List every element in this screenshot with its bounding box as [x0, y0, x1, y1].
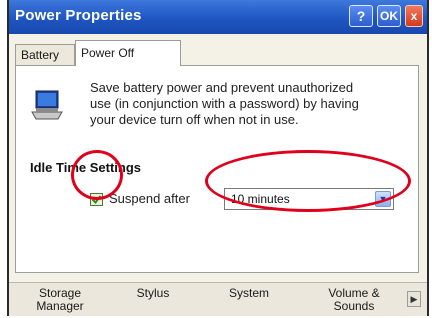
close-button[interactable]: x: [405, 5, 423, 27]
nav-item-volume-sounds[interactable]: Volume & Sounds: [319, 287, 389, 313]
description-text: Save battery power and prevent unauthori…: [90, 80, 408, 128]
title-bar: Power Properties ? OK x: [9, 0, 427, 34]
window-title: Power Properties: [15, 7, 142, 24]
help-icon: ?: [356, 8, 366, 24]
tab-label: Power Off: [81, 46, 135, 60]
dialog-body: Battery Power Off Save battery power and…: [9, 34, 427, 282]
nav-label: Stylus: [136, 286, 170, 300]
scroll-right-icon[interactable]: ▶: [407, 291, 421, 307]
nav-label: Manager: [36, 299, 84, 313]
description-line: use (in conjunction with a password) by …: [90, 96, 359, 111]
nav-item-stylus[interactable]: Stylus: [133, 287, 173, 300]
suspend-label[interactable]: Suspend after: [109, 191, 190, 206]
control-panel-bar: Storage Manager Stylus System Volume & S…: [9, 282, 427, 316]
ok-icon: OK: [380, 9, 398, 23]
power-off-panel: Save battery power and prevent unauthori…: [15, 65, 419, 273]
nav-label: Sounds: [333, 299, 375, 313]
ok-button[interactable]: OK: [377, 5, 401, 27]
laptop-icon: [31, 90, 63, 120]
tab-power-off[interactable]: Power Off: [75, 40, 181, 66]
nav-label: System: [228, 286, 269, 300]
checkmark-icon: [91, 195, 102, 205]
tab-label: Battery: [21, 48, 60, 62]
description-line: Save battery power and prevent unauthori…: [90, 80, 354, 95]
close-icon: x: [410, 9, 418, 23]
nav-item-storage-manager[interactable]: Storage Manager: [31, 287, 89, 313]
power-properties-window: Power Properties ? OK x Battery Power Of…: [7, 0, 429, 316]
select-value: 10 minutes: [231, 192, 290, 206]
suspend-duration-select[interactable]: 10 minutes ▼: [224, 188, 394, 210]
section-title: Idle Time Settings: [30, 160, 142, 175]
suspend-checkbox[interactable]: [90, 193, 103, 206]
nav-item-system[interactable]: System: [225, 287, 273, 300]
tab-battery[interactable]: Battery: [15, 44, 75, 66]
chevron-down-icon[interactable]: ▼: [375, 191, 391, 207]
help-button[interactable]: ?: [349, 5, 373, 27]
description-line: your device turn off when not in use.: [90, 112, 299, 127]
